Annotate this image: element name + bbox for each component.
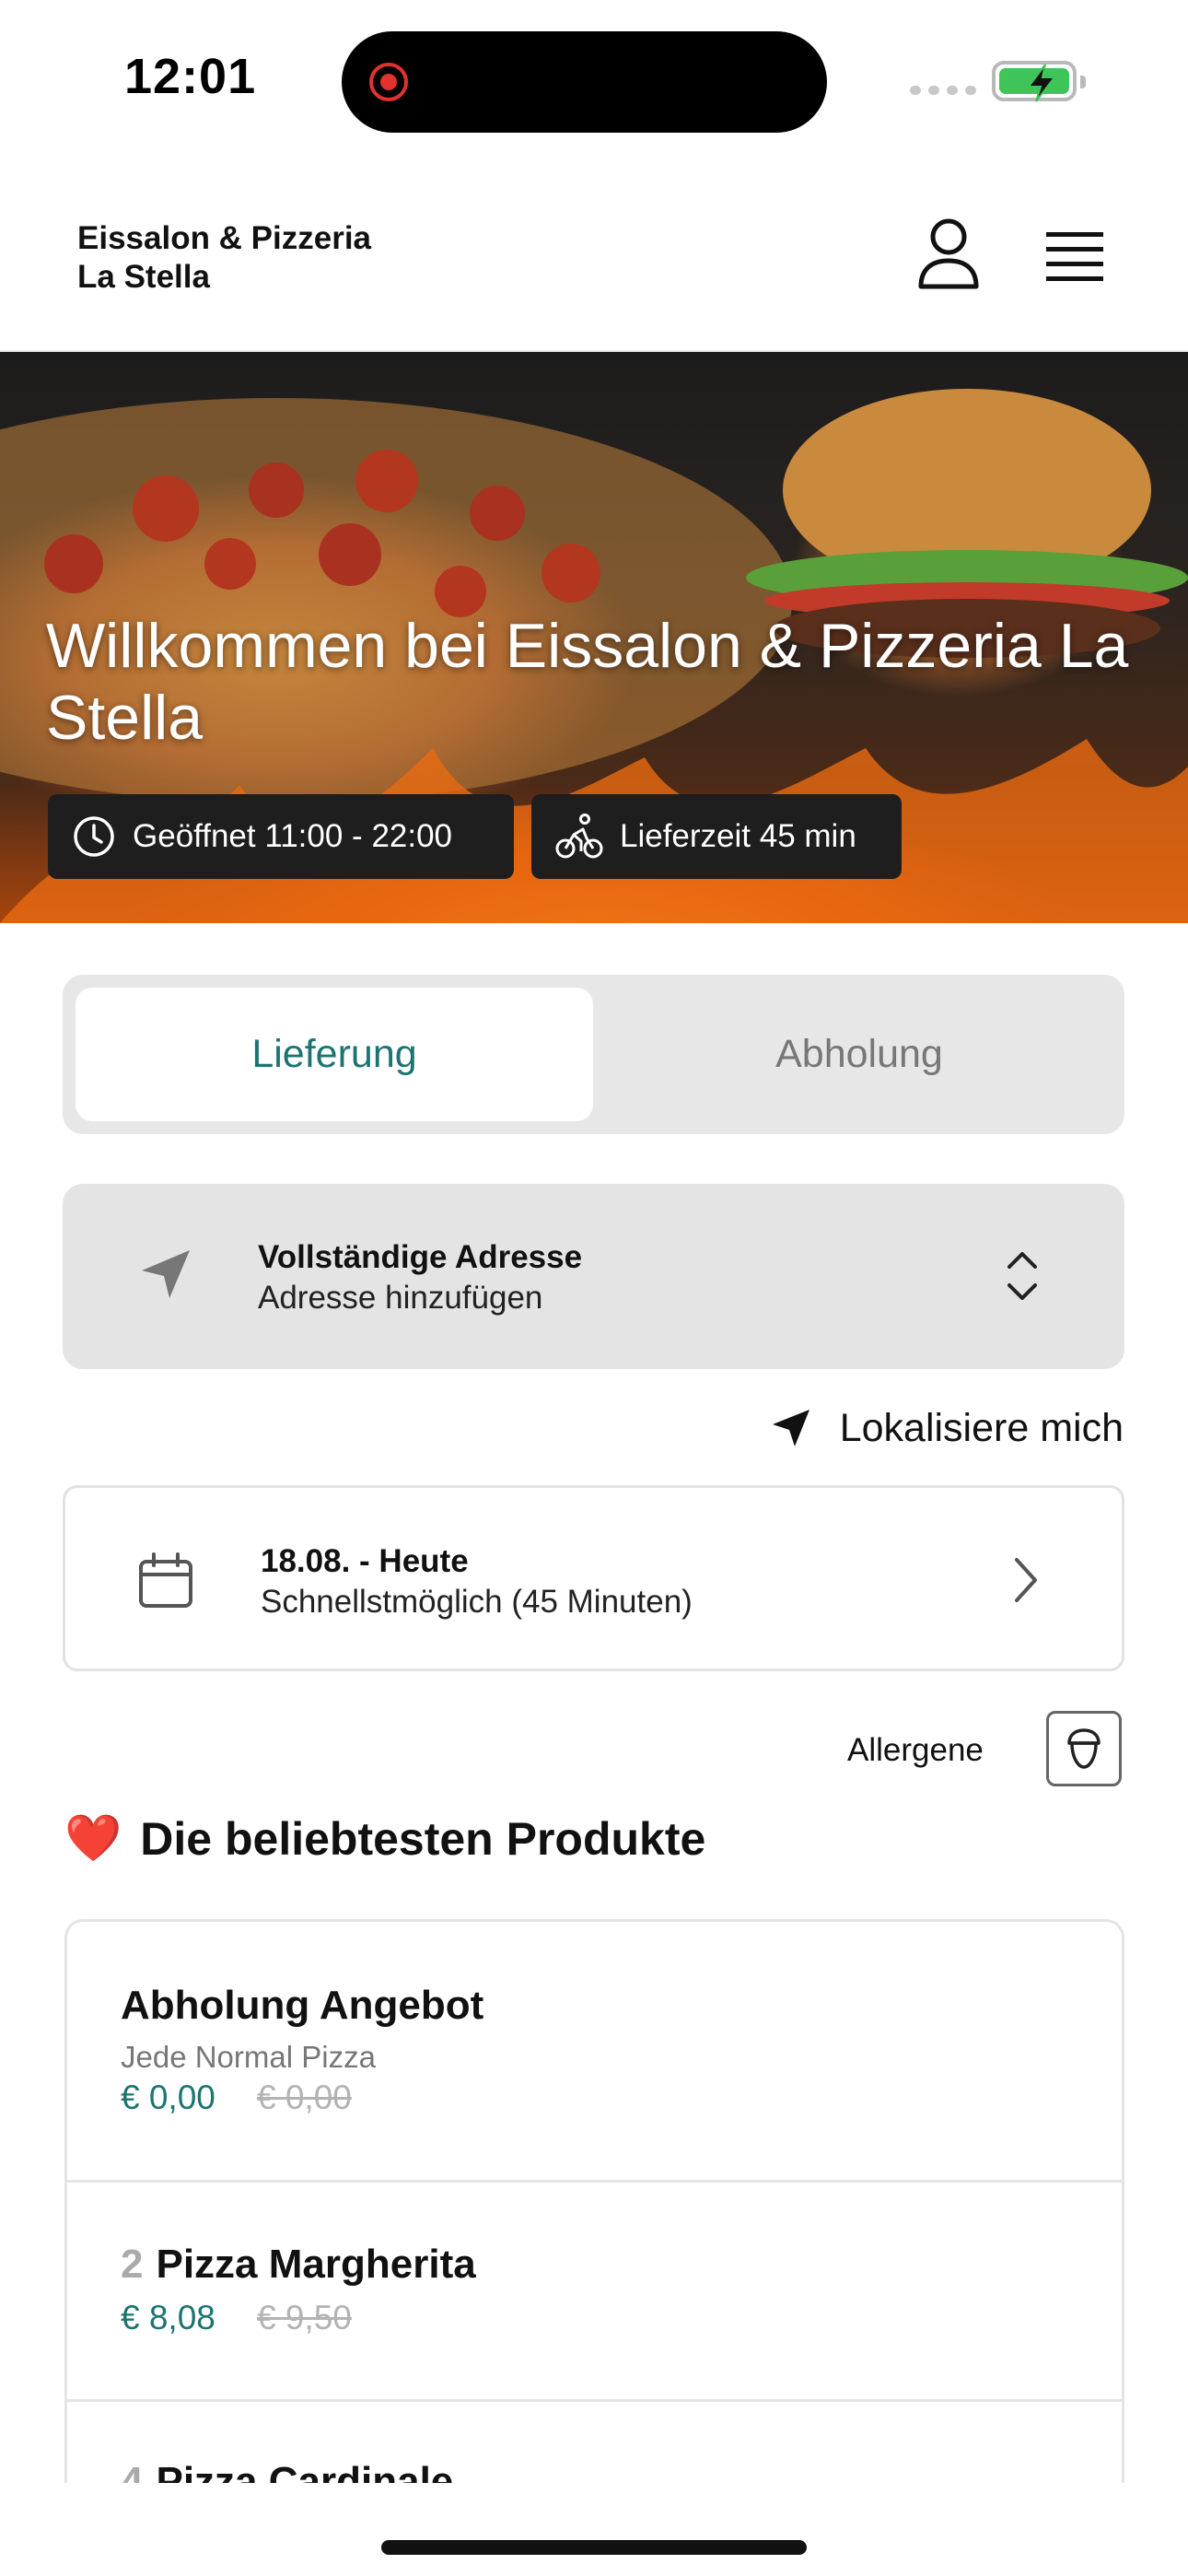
delivery-time-badge: Lieferzeit 45 min <box>531 794 902 879</box>
location-arrow-icon <box>772 1410 809 1446</box>
delivery-time-text: Lieferzeit 45 min <box>620 818 856 854</box>
product-name: Pizza Margherita <box>156 2242 476 2287</box>
product-name-row: 2 Pizza Margherita <box>121 2242 476 2288</box>
locate-me-button[interactable]: Lokalisiere mich <box>746 1400 1124 1456</box>
product-price: € 0,00 <box>121 2078 215 2116</box>
product-item[interactable]: Abholung Angebot Jede Normal Pizza € 0,0… <box>67 1922 1122 2183</box>
status-time: 12:01 <box>124 49 257 104</box>
opening-hours-text: Geöffnet 11:00 - 22:00 <box>133 818 453 854</box>
app-header: Eissalon & Pizzeria La Stella <box>0 157 1188 352</box>
product-number: 4 <box>121 2459 144 2483</box>
address-subtitle: Adresse hinzufügen <box>258 1280 543 1316</box>
brand-name[interactable]: Eissalon & Pizzeria La Stella <box>77 219 371 297</box>
product-item[interactable]: 4 Pizza Cardinale <box>67 2402 1122 2483</box>
popular-products-title: Die beliebtesten Produkte <box>140 1812 706 1865</box>
product-old-price: € 9,50 <box>257 2299 352 2336</box>
calendar-icon <box>139 1552 192 1608</box>
address-title: Vollständige Adresse <box>258 1239 583 1275</box>
tab-pickup[interactable]: Abholung <box>606 988 1112 1121</box>
popular-products-heading: ❤️ Die beliebtesten Produkte <box>64 1811 705 1866</box>
order-type-toggle: Lieferung Abholung <box>63 975 1124 1134</box>
chevron-up-down-icon <box>1007 1252 1037 1300</box>
product-description: Jede Normal Pizza <box>121 2040 376 2074</box>
menu-icon[interactable] <box>1042 230 1107 282</box>
product-name-row: 4 Pizza Cardinale <box>121 2459 453 2483</box>
product-price: € 8,08 <box>121 2299 215 2336</box>
opening-hours-badge: Geöffnet 11:00 - 22:00 <box>48 794 514 879</box>
allergens-button[interactable] <box>1046 1711 1122 1786</box>
recording-icon <box>369 63 408 101</box>
dynamic-island <box>342 31 827 133</box>
product-name: Pizza Cardinale <box>156 2459 454 2483</box>
delivery-date-selector[interactable]: 18.08. - Heute Schnellstmöglich (45 Minu… <box>63 1485 1124 1671</box>
home-indicator <box>381 2540 807 2555</box>
navigation-arrow-icon <box>142 1250 190 1298</box>
date-subtitle: Schnellstmöglich (45 Minuten) <box>261 1584 693 1620</box>
chevron-right-icon <box>1015 1558 1037 1602</box>
clock-icon <box>74 816 114 857</box>
battery-icon <box>992 61 1086 102</box>
product-list: Abholung Angebot Jede Normal Pizza € 0,0… <box>64 1919 1124 2483</box>
brand-line-2: La Stella <box>77 259 210 295</box>
heart-icon: ❤️ <box>64 1812 122 1864</box>
hero-title: Willkommen bei Eissalon & Pizzeria La St… <box>46 611 1129 753</box>
date-title: 18.08. - Heute <box>261 1543 469 1579</box>
product-item[interactable]: 2 Pizza Margherita € 8,08 € 9,50 <box>67 2183 1122 2402</box>
allergens-label: Allergene <box>847 1732 984 1768</box>
hero-banner: Willkommen bei Eissalon & Pizzeria La St… <box>0 352 1188 923</box>
brand-line-1: Eissalon & Pizzeria <box>77 220 372 256</box>
user-icon[interactable] <box>916 217 981 290</box>
product-name: Abholung Angebot <box>121 1983 484 2028</box>
status-bar: 12:01 <box>0 0 1188 157</box>
locate-me-label: Lokalisiere mich <box>839 1405 1124 1450</box>
bicycle-courier-icon <box>555 814 603 859</box>
product-number: 2 <box>121 2242 144 2287</box>
signal-icon <box>910 86 976 95</box>
product-old-price: € 0,00 <box>257 2078 352 2116</box>
address-selector[interactable]: Vollständige Adresse Adresse hinzufügen <box>63 1184 1124 1369</box>
tab-delivery[interactable]: Lieferung <box>76 988 593 1121</box>
acorn-icon <box>1067 1728 1101 1769</box>
